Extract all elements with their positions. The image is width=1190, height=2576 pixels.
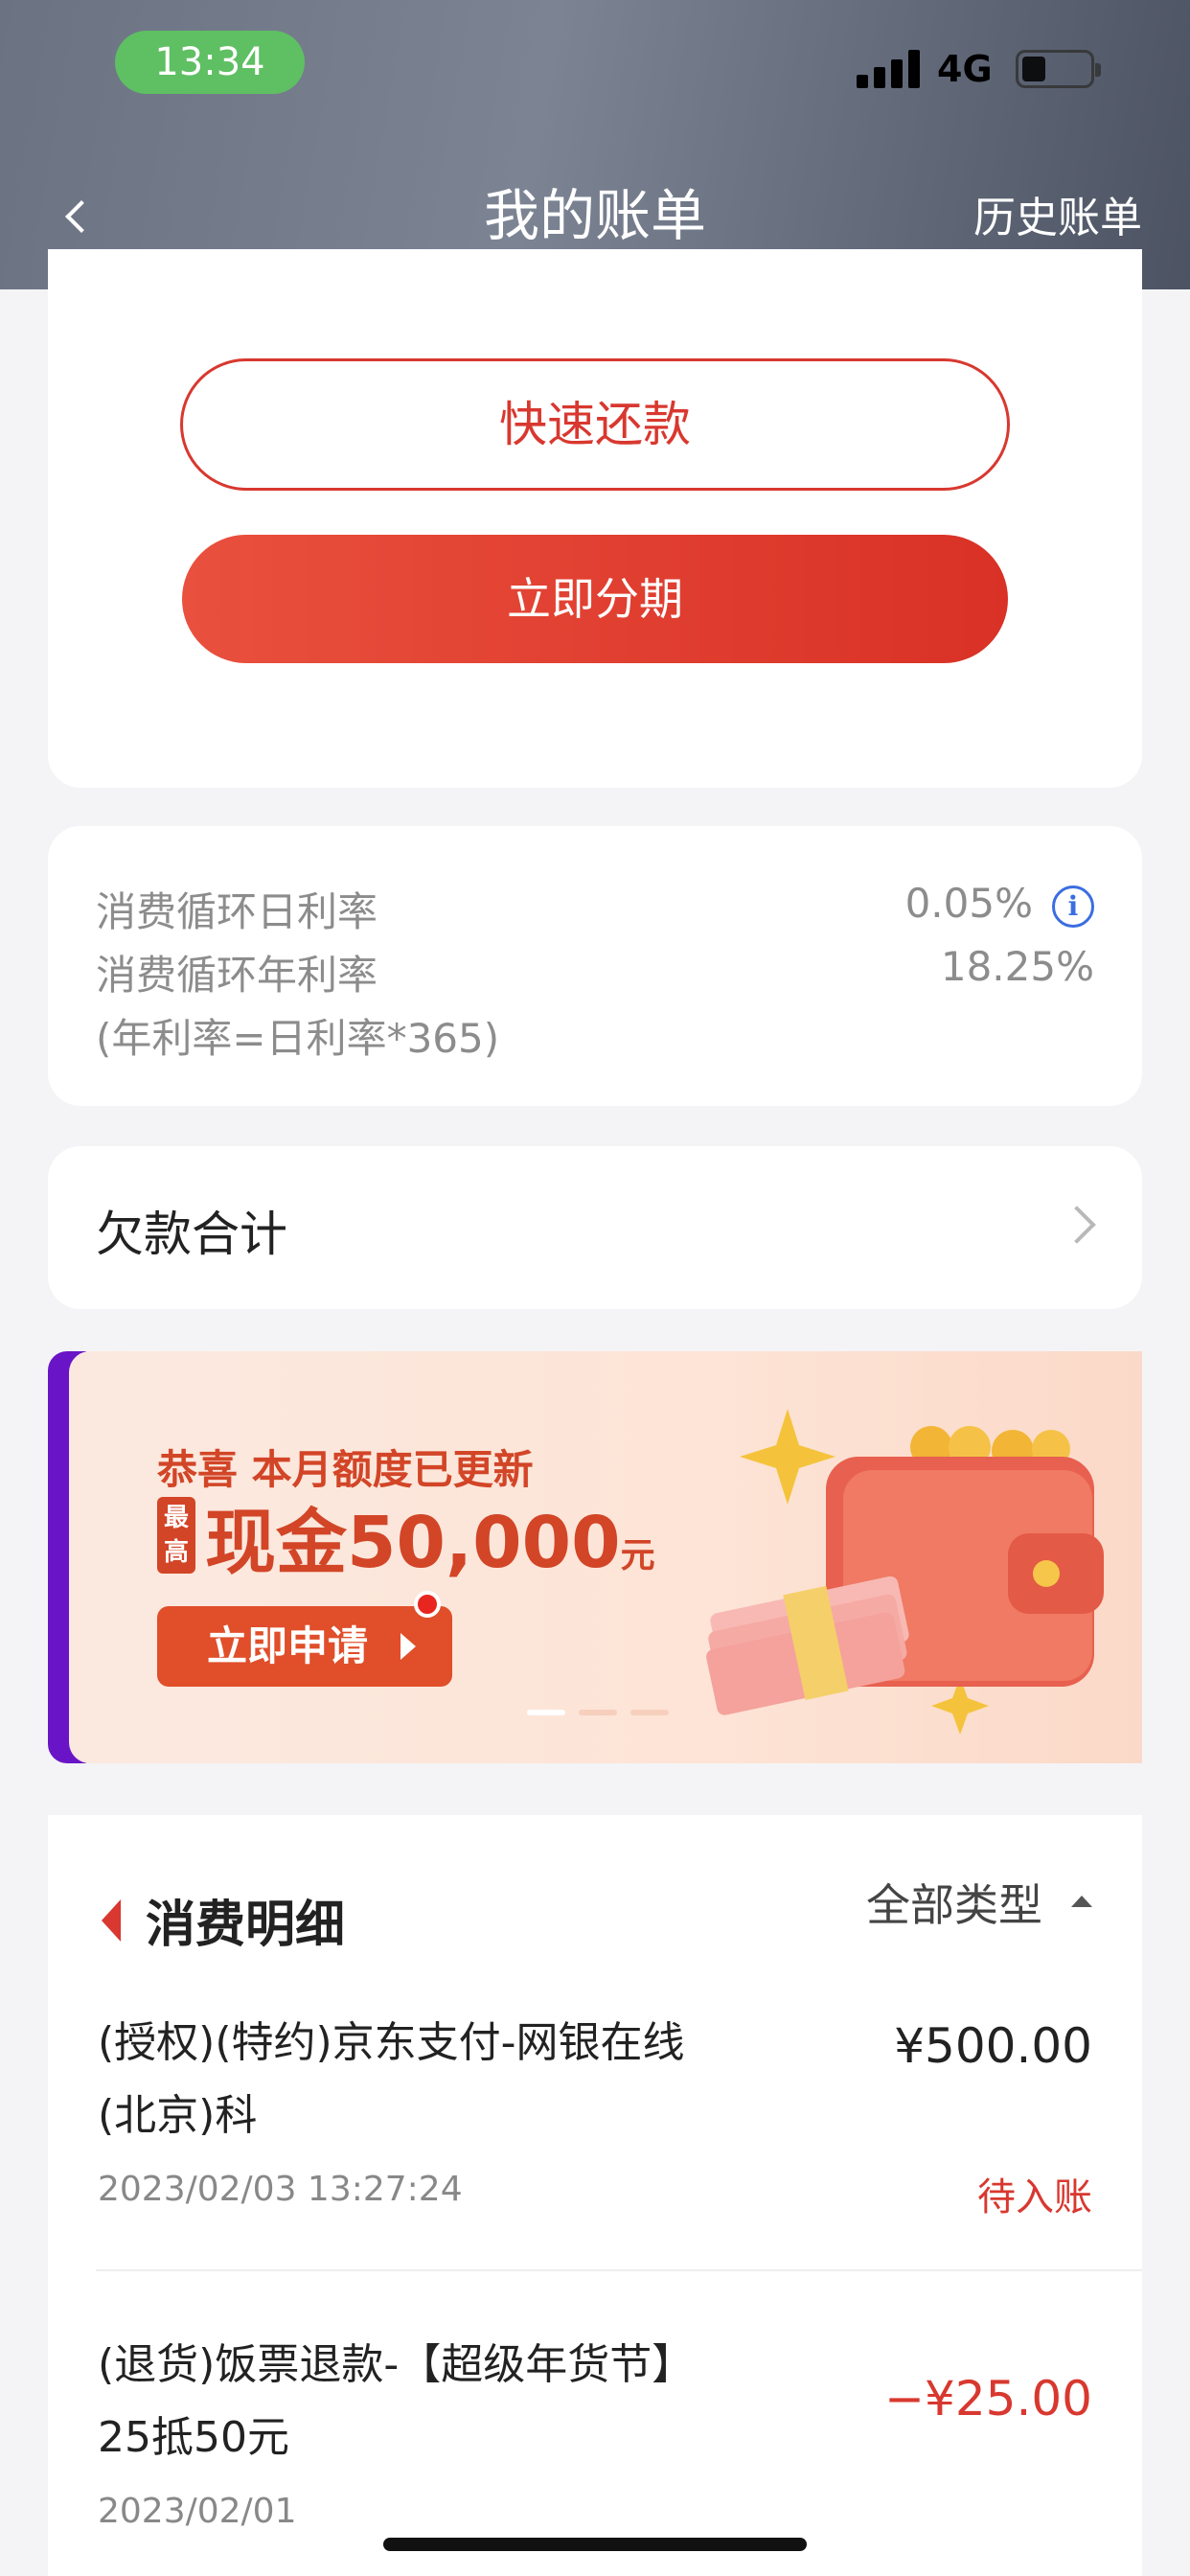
transaction-date: 2023/02/01 — [98, 2492, 297, 2531]
annual-rate-label: 消费循环年利率 — [96, 952, 378, 999]
transaction-amount: −¥25.00 — [884, 2371, 1092, 2426]
debt-total-row[interactable]: 欠款合计 — [48, 1146, 1142, 1309]
play-arrow-icon — [400, 1633, 416, 1660]
transaction-amount: ¥500.00 — [894, 2018, 1092, 2074]
section-title: 消费明细 — [146, 1897, 346, 1954]
banner-max-badge: 最高 — [157, 1497, 195, 1574]
transaction-row[interactable]: (授权)(特约)京东支付-网银在线(北京)科 ¥500.00 2023/02/0… — [98, 2007, 1092, 2256]
bill-actions-card: 快速还款 立即分期 — [48, 249, 1142, 788]
header: 13:34 4G 我的账单 历史账单 — [0, 0, 1190, 289]
banner-cash-text: 现金50,000 — [205, 1502, 621, 1584]
row-divider — [96, 2269, 1142, 2271]
rate-formula-note: (年利率=日利率*365) — [96, 1015, 500, 1062]
debt-total-label: 欠款合计 — [96, 1207, 287, 1262]
status-time: 13:34 — [115, 31, 305, 94]
section-marker-icon — [102, 1899, 121, 1942]
promo-banner[interactable]: 恭喜 本月额度已更新 最高 现金50,000元 立即申请 — [69, 1351, 1142, 1763]
app-screen: 13:34 4G 我的账单 历史账单 快速还款 立即分期 消费循环日利率 0.0… — [0, 0, 1190, 2576]
interest-rate-card: 消费循环日利率 0.05% i 消费循环年利率 18.25% (年利率=日利率*… — [48, 826, 1142, 1106]
transaction-status: 待入账 — [977, 2175, 1092, 2220]
consumption-details-card: 消费明细 全部类型 (授权)(特约)京东支付-网银在线(北京)科 ¥500.00… — [48, 1815, 1142, 2576]
carousel-indicator — [527, 1701, 682, 1719]
apply-now-button[interactable]: 立即申请 — [157, 1606, 452, 1687]
type-filter-dropdown[interactable]: 全部类型 — [866, 1871, 1042, 1934]
quick-repay-button[interactable]: 快速还款 — [180, 358, 1010, 491]
transaction-description: (退货)饭票退款-【超级年货节】25抵50元 — [98, 2340, 695, 2462]
daily-rate-row: 消费循环日利率 0.05% i — [96, 880, 1094, 937]
sparkle-icon — [740, 1409, 835, 1505]
info-icon[interactable]: i — [1052, 886, 1094, 928]
annual-rate-row: 消费循环年利率 18.25% — [96, 943, 1094, 1000]
caret-up-icon — [1071, 1896, 1092, 1907]
status-bar: 13:34 4G — [0, 0, 1190, 125]
battery-icon — [1016, 50, 1101, 88]
carousel-dot — [527, 1710, 565, 1715]
network-type: 4G — [937, 48, 993, 90]
transaction-date: 2023/02/03 13:27:24 — [98, 2170, 463, 2209]
transaction-description: (授权)(特约)京东支付-网银在线(北京)科 — [98, 2018, 685, 2140]
banner-cash-amount: 现金50,000元 — [205, 1485, 655, 1588]
home-indicator — [383, 2538, 807, 2551]
installment-button[interactable]: 立即分期 — [182, 535, 1008, 663]
banner-cash-unit: 元 — [620, 1536, 655, 1576]
daily-rate-value: 0.05% — [904, 880, 1033, 927]
rate-formula-row: (年利率=日利率*365) — [96, 1006, 1094, 1064]
wallet-illustration — [706, 1409, 1104, 1735]
history-bills-link[interactable]: 历史账单 — [973, 190, 1142, 247]
signal-icon — [857, 50, 920, 88]
daily-rate-label: 消费循环日利率 — [96, 888, 378, 935]
notification-dot — [414, 1591, 441, 1618]
carousel-dot — [630, 1710, 669, 1715]
carousel-dot — [579, 1710, 617, 1715]
apply-now-label: 立即申请 — [207, 1622, 369, 1669]
chevron-right-icon — [1058, 1206, 1096, 1244]
annual-rate-value: 18.25% — [940, 943, 1094, 990]
